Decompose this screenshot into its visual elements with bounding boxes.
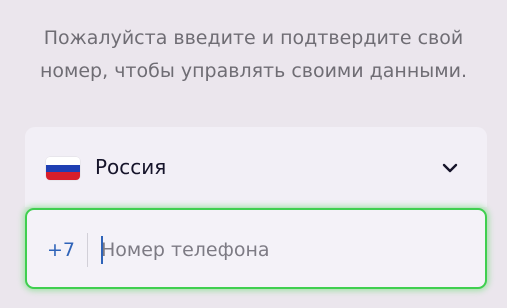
country-select[interactable]: Россия — [25, 127, 487, 207]
russia-flag-icon — [46, 157, 80, 180]
phone-field[interactable]: +7 — [25, 208, 487, 289]
instructions-line-1: Пожалуйста введите и подтвердите свой — [43, 27, 464, 49]
code-divider — [87, 233, 88, 267]
country-name: Россия — [95, 155, 167, 179]
text-caret — [101, 236, 103, 264]
phone-number-input[interactable] — [101, 234, 471, 266]
instructions-line-2: номер, чтобы управлять своими данными. — [39, 60, 468, 82]
chevron-down-icon[interactable] — [440, 158, 460, 178]
country-code: +7 — [47, 239, 76, 261]
instructions-text: Пожалуйста введите и подтвердите свой но… — [0, 22, 507, 88]
